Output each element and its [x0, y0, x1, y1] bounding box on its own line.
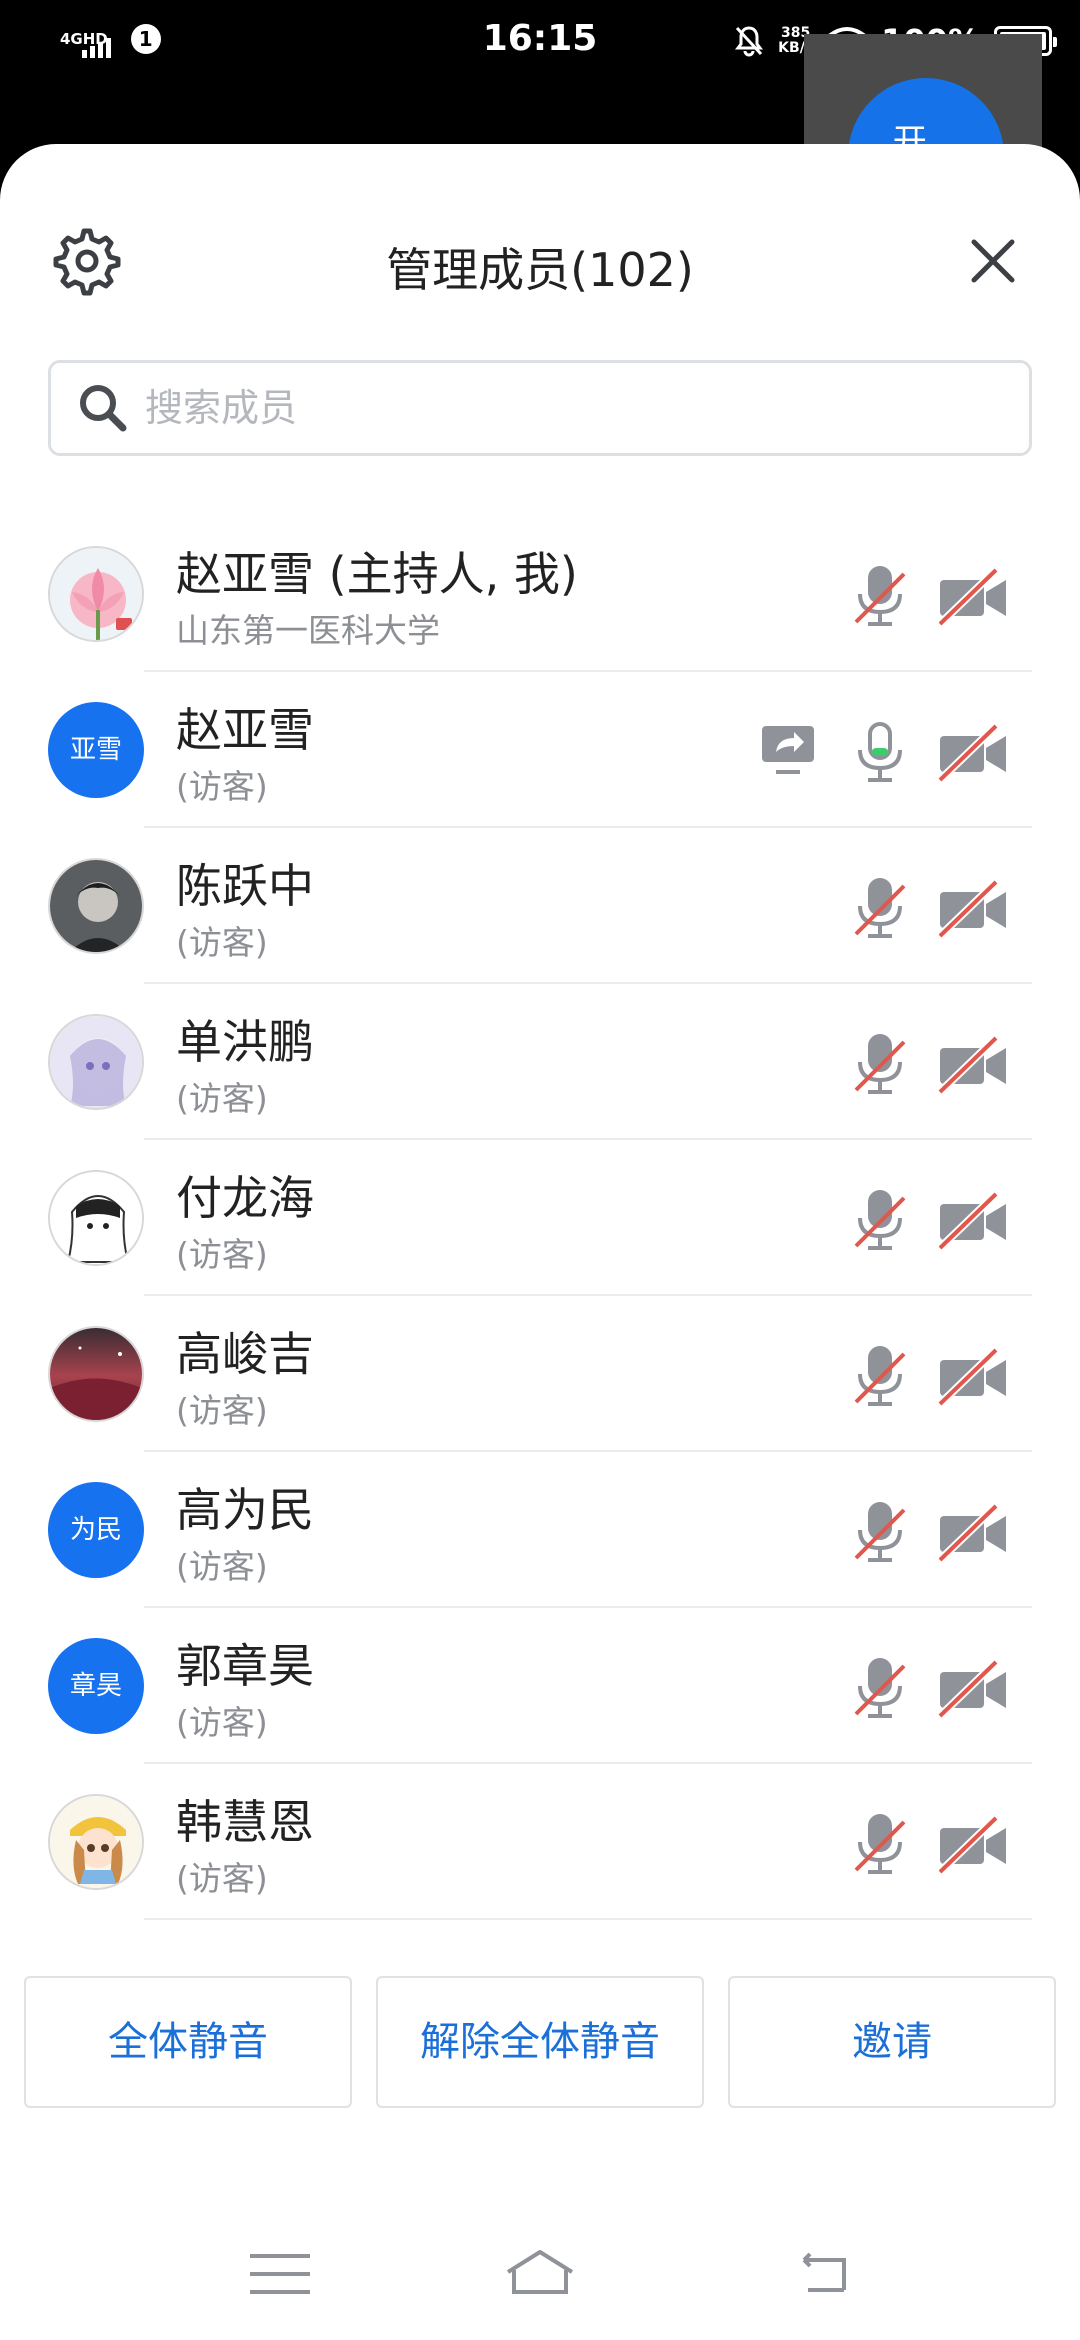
search-icon — [80, 385, 127, 432]
member-role: (访客) — [176, 1547, 268, 1586]
member-name: 赵亚雪 — [176, 703, 314, 757]
camera-off-icon[interactable] — [936, 1346, 1010, 1407]
microphone-muted-icon[interactable] — [852, 876, 908, 940]
avatar — [48, 858, 144, 954]
avatar — [48, 546, 144, 642]
member-row[interactable]: 赵亚雪 (主持人, 我) 山东第一医科大学 — [0, 516, 1080, 672]
member-role: (访客) — [176, 923, 268, 962]
avatar — [48, 1014, 144, 1110]
camera-off-icon[interactable] — [936, 878, 1010, 939]
avatar: 为民 — [48, 1482, 144, 1578]
member-row[interactable]: 付龙海 (访客) — [0, 1140, 1080, 1296]
member-name: 陈跃中 — [176, 859, 314, 913]
member-row[interactable]: 高峻吉 (访客) — [0, 1296, 1080, 1452]
system-nav-bar — [0, 2200, 1080, 2340]
member-name: 郭章昊 — [176, 1639, 314, 1693]
back-icon[interactable] — [788, 2246, 860, 2302]
avatar — [48, 1326, 144, 1422]
close-icon[interactable] — [966, 234, 1020, 288]
camera-off-icon[interactable] — [936, 1190, 1010, 1251]
microphone-muted-icon[interactable] — [852, 1656, 908, 1720]
microphone-muted-icon[interactable] — [852, 1188, 908, 1252]
avatar: 亚雪 — [48, 702, 144, 798]
camera-off-icon[interactable] — [936, 1502, 1010, 1563]
manage-members-sheet: 管理成员(102) 赵亚雪 (主持人, 我)山东第一医科大学亚雪赵亚雪(访客)陈… — [0, 144, 1080, 2340]
member-row[interactable]: 陈跃中 (访客) — [0, 828, 1080, 984]
member-name: 赵亚雪 (主持人, 我) — [176, 547, 578, 601]
member-list: 赵亚雪 (主持人, 我) 山东第一医科大学亚雪 赵亚雪 (访客) 陈跃中 (访客) 单洪鹏 (… — [0, 516, 1080, 1920]
member-role: (访客) — [176, 767, 268, 806]
member-name: 单洪鹏 — [176, 1015, 314, 1069]
member-row[interactable]: 韩慧恩 (访客) — [0, 1764, 1080, 1920]
home-icon[interactable] — [504, 2246, 576, 2302]
member-role: (访客) — [176, 1079, 268, 1118]
member-name: 高为民 — [176, 1483, 314, 1537]
row-divider — [144, 1918, 1032, 1920]
invite-button[interactable]: 邀请 — [728, 1976, 1056, 2108]
microphone-muted-icon[interactable] — [852, 1500, 908, 1564]
camera-off-icon[interactable] — [936, 1658, 1010, 1719]
bell-off-icon — [735, 26, 764, 57]
member-role: (访客) — [176, 1859, 268, 1898]
camera-off-icon[interactable] — [936, 722, 1010, 783]
camera-off-icon[interactable] — [936, 566, 1010, 627]
microphone-muted-icon[interactable] — [852, 1344, 908, 1408]
member-row[interactable]: 为民 高为民 (访客) — [0, 1452, 1080, 1608]
screen-share-icon[interactable] — [758, 722, 818, 778]
microphone-muted-icon[interactable] — [852, 1812, 908, 1876]
microphone-muted-icon[interactable] — [852, 564, 908, 628]
mute-all-button[interactable]: 全体静音 — [24, 1976, 352, 2108]
bulk-actions: 全体静音 解除全体静音 邀请 — [0, 1976, 1080, 2112]
avatar: 章昊 — [48, 1638, 144, 1734]
microphone-icon[interactable] — [852, 720, 908, 784]
member-name: 韩慧恩 — [176, 1795, 314, 1849]
search-input[interactable] — [145, 386, 1005, 430]
page-title: 管理成员(102) — [386, 243, 694, 297]
camera-off-icon[interactable] — [936, 1814, 1010, 1875]
member-row[interactable]: 单洪鹏 (访客) — [0, 984, 1080, 1140]
member-role: (访客) — [176, 1703, 268, 1742]
background-app: 开... — [804, 34, 1042, 234]
avatar — [48, 1170, 144, 1266]
member-name: 高峻吉 — [176, 1327, 314, 1381]
unmute-all-button[interactable]: 解除全体静音 — [376, 1976, 704, 2108]
member-row[interactable]: 章昊 郭章昊 (访客) — [0, 1608, 1080, 1764]
microphone-muted-icon[interactable] — [852, 1032, 908, 1096]
member-name: 付龙海 — [176, 1171, 314, 1225]
member-role: (访客) — [176, 1391, 268, 1430]
member-role: 山东第一医科大学 — [176, 611, 440, 650]
camera-off-icon[interactable] — [936, 1034, 1010, 1095]
avatar — [48, 1794, 144, 1890]
member-role: (访客) — [176, 1235, 268, 1274]
menu-icon[interactable] — [244, 2246, 316, 2302]
sheet-header: 管理成员(102) — [0, 144, 1080, 374]
member-row[interactable]: 亚雪 赵亚雪 (访客) — [0, 672, 1080, 828]
search-box[interactable] — [48, 360, 1032, 456]
